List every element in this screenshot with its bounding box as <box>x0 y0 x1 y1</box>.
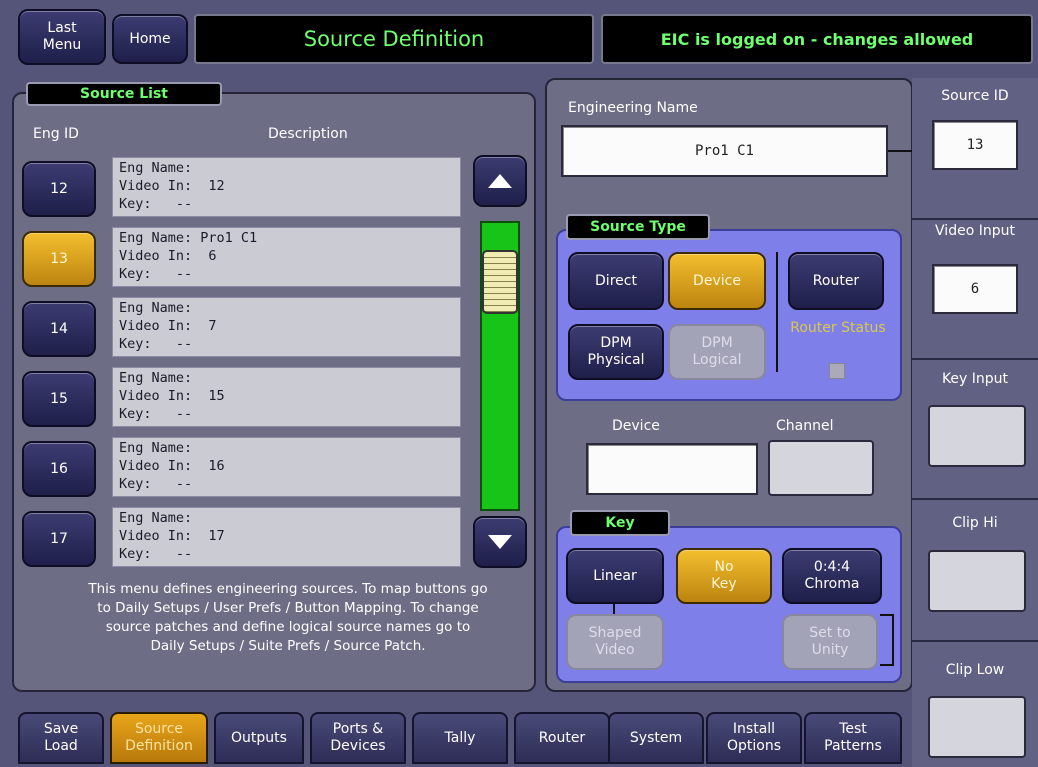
unity-bracket <box>880 614 894 666</box>
last-menu-button[interactable]: Last Menu <box>18 9 106 65</box>
row-key: Key: -- <box>119 546 193 562</box>
clip-hi-field[interactable] <box>928 550 1026 612</box>
tab-save-load[interactable]: Save Load <box>18 712 104 764</box>
clip-low-field[interactable] <box>928 696 1026 758</box>
source-row-14[interactable]: Eng Name: Video In: 7 Key: -- <box>112 297 461 357</box>
tab-source-definition[interactable]: Source Definition <box>110 712 208 764</box>
device-label: Device <box>612 418 660 434</box>
eng-id-button-16[interactable]: 16 <box>22 441 96 497</box>
key-input-field[interactable] <box>928 405 1026 467</box>
triangle-up-icon <box>488 174 512 188</box>
tab-test-patterns[interactable]: Test Patterns <box>804 712 902 764</box>
direct-button[interactable]: Direct <box>568 252 664 310</box>
row-key: Key: -- <box>119 476 193 492</box>
row-video-in: Video In: 6 <box>119 248 217 264</box>
device-button[interactable]: Device <box>668 252 766 310</box>
tab-outputs[interactable]: Outputs <box>214 712 304 764</box>
set-to-unity-button: Set to Unity <box>782 614 878 670</box>
router-status-label: Router Status <box>790 320 886 336</box>
info-text: This menu defines engineering sources. T… <box>88 581 488 654</box>
engineering-name-field[interactable]: Pro1 C1 <box>561 125 888 177</box>
eng-id-button-14[interactable]: 14 <box>22 301 96 357</box>
eng-id-button-13[interactable]: 13 <box>22 231 96 287</box>
row-eng-name: Eng Name: <box>119 510 193 526</box>
clip-low-label: Clip Low <box>945 662 1005 678</box>
eng-id-header: Eng ID <box>33 126 79 142</box>
row-key: Key: -- <box>119 336 193 352</box>
chroma-button[interactable]: 0:4:4 Chroma <box>782 548 882 604</box>
video-input-field[interactable]: 6 <box>932 264 1018 314</box>
tab-system[interactable]: System <box>608 712 704 764</box>
source-id-label: Source ID <box>941 88 1009 104</box>
triangle-down-icon <box>488 535 512 549</box>
row-eng-name: Eng Name: <box>119 300 193 316</box>
connector-line <box>888 150 914 152</box>
last-menu-label: Last Menu <box>42 20 82 53</box>
no-key-button[interactable]: No Key <box>676 548 772 604</box>
row-key: Key: -- <box>119 406 193 422</box>
home-label: Home <box>129 30 171 47</box>
tab-ports-devices[interactable]: Ports & Devices <box>310 712 406 764</box>
row-video-in: Video In: 12 <box>119 178 225 194</box>
row-key: Key: -- <box>119 196 193 212</box>
source-row-12[interactable]: Eng Name: Video In: 12 Key: -- <box>112 157 461 217</box>
key-input-label: Key Input <box>941 371 1009 387</box>
router-status-indicator <box>829 363 845 379</box>
status-banner: EIC is logged on - changes allowed <box>601 14 1033 64</box>
scroll-down-button[interactable] <box>473 516 527 568</box>
source-row-15[interactable]: Eng Name: Video In: 15 Key: -- <box>112 367 461 427</box>
eng-id-button-17[interactable]: 17 <box>22 511 96 567</box>
row-video-in: Video In: 15 <box>119 388 225 404</box>
eng-id-button-15[interactable]: 15 <box>22 371 96 427</box>
clip-hi-label: Clip Hi <box>952 515 998 531</box>
row-key: Key: -- <box>119 266 193 282</box>
source-row-17[interactable]: Eng Name: Video In: 17 Key: -- <box>112 507 461 567</box>
row-eng-name: Eng Name: <box>119 370 193 386</box>
row-eng-name: Eng Name: Pro1 C1 <box>119 230 258 246</box>
router-button[interactable]: Router <box>788 252 884 310</box>
linear-button[interactable]: Linear <box>566 548 664 604</box>
home-button[interactable]: Home <box>112 14 188 64</box>
description-header: Description <box>268 126 348 142</box>
source-row-16[interactable]: Eng Name: Video In: 16 Key: -- <box>112 437 461 497</box>
tab-router[interactable]: Router <box>514 712 610 764</box>
shaped-video-button: Shaped Video <box>566 614 664 670</box>
video-input-label: Video Input <box>935 223 1015 239</box>
engineering-name-label: Engineering Name <box>568 100 698 116</box>
row-eng-name: Eng Name: <box>119 160 193 176</box>
page-title: Source Definition <box>194 14 594 64</box>
device-field[interactable] <box>586 443 758 495</box>
tab-install-options[interactable]: Install Options <box>706 712 802 764</box>
eng-id-button-12[interactable]: 12 <box>22 161 96 217</box>
channel-label: Channel <box>776 418 834 434</box>
status-text: EIC is logged on - changes allowed <box>660 29 974 49</box>
dpm-physical-button[interactable]: DPM Physical <box>568 324 664 380</box>
row-video-in: Video In: 16 <box>119 458 225 474</box>
row-video-in: Video In: 7 <box>119 318 217 334</box>
channel-field[interactable] <box>768 440 874 496</box>
row-eng-name: Eng Name: <box>119 440 193 456</box>
row-video-in: Video In: 17 <box>119 528 225 544</box>
scroll-up-button[interactable] <box>473 155 527 207</box>
key-title: Key <box>570 510 670 536</box>
source-type-title: Source Type <box>566 214 710 240</box>
source-list-title: Source List <box>26 82 222 106</box>
source-type-divider <box>776 252 778 372</box>
scrollbar-thumb[interactable] <box>482 250 518 314</box>
tab-tally[interactable]: Tally <box>412 712 508 764</box>
source-row-13[interactable]: Eng Name: Pro1 C1 Video In: 6 Key: -- <box>112 227 461 287</box>
source-id-field[interactable]: 13 <box>932 120 1018 170</box>
dpm-logical-button: DPM Logical <box>668 324 766 380</box>
page-title-text: Source Definition <box>303 27 485 51</box>
